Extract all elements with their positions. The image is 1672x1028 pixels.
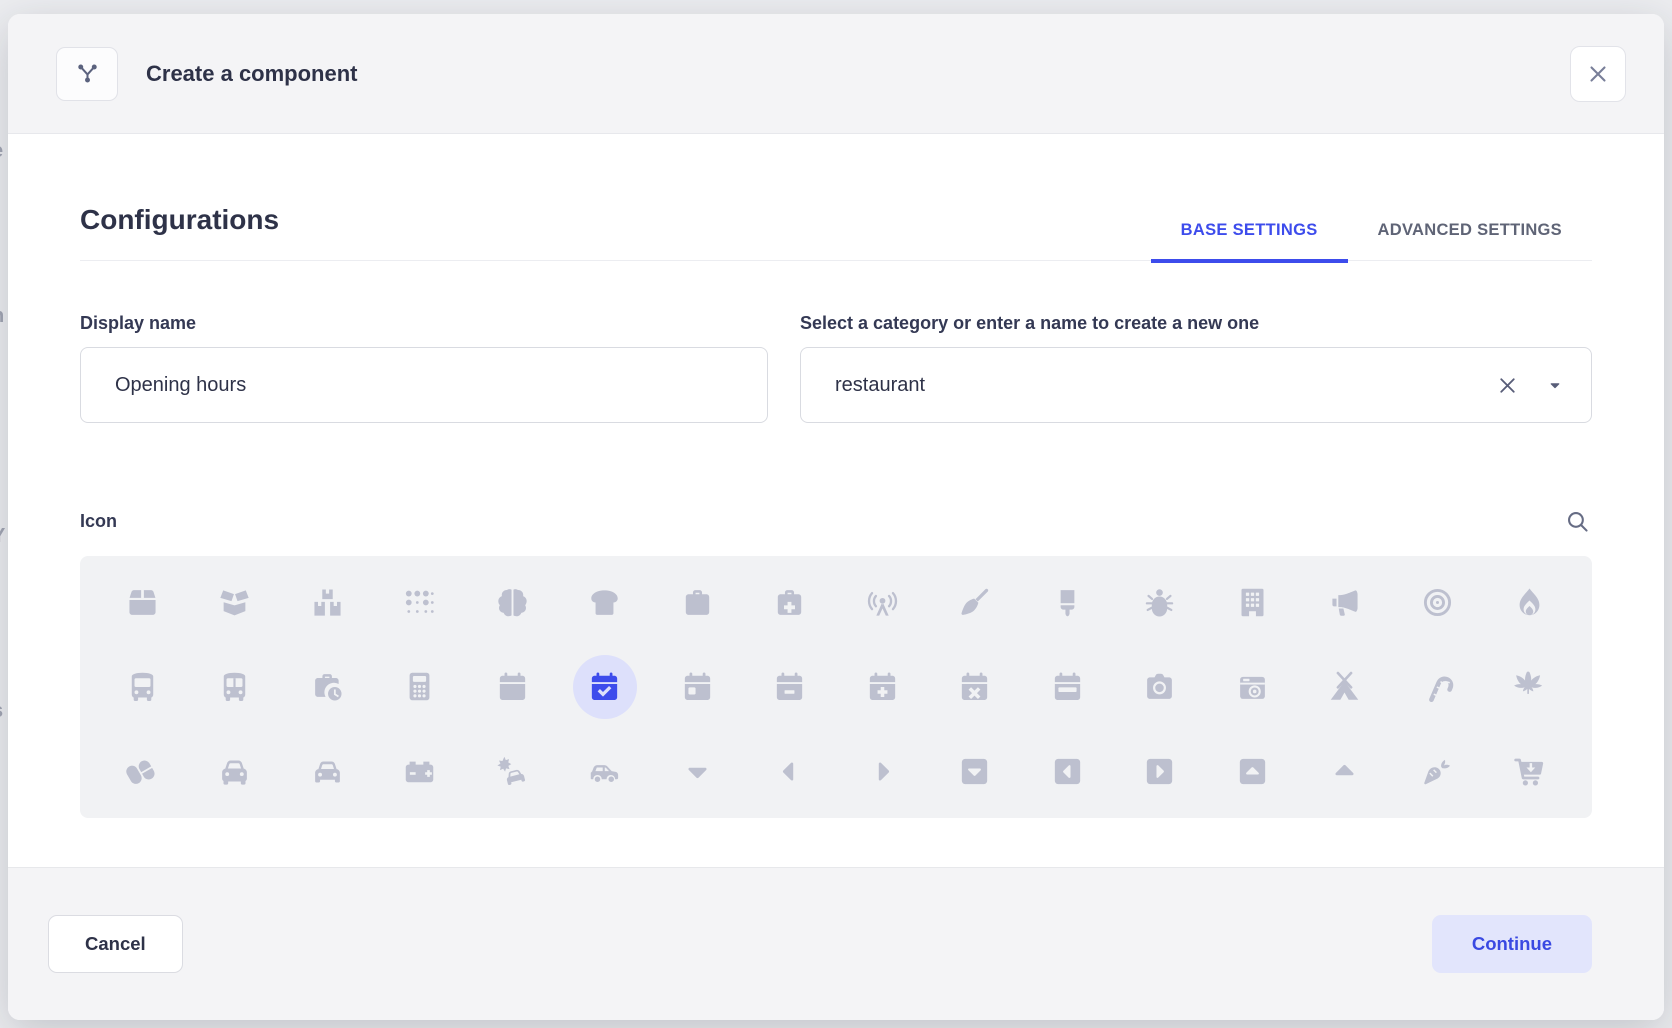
- calendar-plus-icon[interactable]: [836, 645, 929, 730]
- broom-icon[interactable]: [929, 560, 1022, 645]
- icon-label: Icon: [80, 511, 117, 532]
- boxes-icon[interactable]: [281, 560, 374, 645]
- backdrop-fragment: Y: [0, 525, 5, 548]
- car-side-icon[interactable]: [559, 729, 652, 814]
- bus-alt-icon[interactable]: [189, 645, 282, 730]
- caret-square-right-icon[interactable]: [1114, 729, 1207, 814]
- cannabis-icon[interactable]: [1484, 645, 1577, 730]
- car-battery-icon[interactable]: [374, 729, 467, 814]
- display-name-field-group: Display name: [80, 313, 768, 423]
- brain-icon[interactable]: [466, 560, 559, 645]
- broadcast-tower-icon[interactable]: [836, 560, 929, 645]
- create-component-modal: Create a component Configurations BASE S…: [8, 14, 1664, 1020]
- category-select[interactable]: [800, 347, 1592, 423]
- campground-icon[interactable]: [1299, 645, 1392, 730]
- display-name-input[interactable]: [113, 373, 743, 398]
- clear-x-icon[interactable]: [1492, 370, 1523, 401]
- camera-icon[interactable]: [1114, 645, 1207, 730]
- cart-arrow-down-icon[interactable]: [1484, 729, 1577, 814]
- bread-slice-icon[interactable]: [559, 560, 652, 645]
- caret-left-icon[interactable]: [744, 729, 837, 814]
- calculator-icon[interactable]: [374, 645, 467, 730]
- calendar-day-icon[interactable]: [651, 645, 744, 730]
- brush-icon[interactable]: [1021, 560, 1114, 645]
- caret-square-down-icon[interactable]: [929, 729, 1022, 814]
- calendar-check-icon[interactable]: [559, 645, 652, 730]
- calendar-times-icon[interactable]: [929, 645, 1022, 730]
- continue-button[interactable]: Continue: [1432, 915, 1592, 973]
- tab-base-settings[interactable]: BASE SETTINGS: [1151, 221, 1348, 263]
- car-icon[interactable]: [189, 729, 282, 814]
- box-open-icon[interactable]: [189, 560, 282, 645]
- calendar-minus-icon[interactable]: [744, 645, 837, 730]
- burn-icon[interactable]: [1484, 560, 1577, 645]
- caret-square-left-icon[interactable]: [1021, 729, 1114, 814]
- bug-icon[interactable]: [1114, 560, 1207, 645]
- cancel-button[interactable]: Cancel: [48, 915, 183, 973]
- capsules-icon[interactable]: [96, 729, 189, 814]
- close-icon: [1586, 62, 1610, 86]
- category-select-controls: [1492, 370, 1567, 401]
- box-icon[interactable]: [96, 560, 189, 645]
- category-field-group: Select a category or enter a name to cre…: [800, 313, 1592, 423]
- bullseye-icon[interactable]: [1391, 560, 1484, 645]
- configurations-header-row: Configurations BASE SETTINGSADVANCED SET…: [80, 204, 1592, 261]
- camera-retro-icon[interactable]: [1206, 645, 1299, 730]
- business-time-icon[interactable]: [281, 645, 374, 730]
- backdrop-fragment: e: [0, 140, 3, 163]
- form-fields: Display name Select a category or enter …: [80, 313, 1592, 423]
- category-input[interactable]: [833, 373, 1492, 398]
- search-icon[interactable]: [1563, 507, 1592, 536]
- backdrop-fragment: s: [0, 700, 3, 723]
- modal-footer: Cancel Continue: [8, 867, 1664, 1020]
- bus-icon[interactable]: [96, 645, 189, 730]
- briefcase-medical-icon[interactable]: [744, 560, 837, 645]
- display-name-input-wrap: [80, 347, 768, 423]
- component-branch-icon: [56, 47, 118, 101]
- building-icon[interactable]: [1206, 560, 1299, 645]
- bullhorn-icon[interactable]: [1299, 560, 1392, 645]
- category-label: Select a category or enter a name to cre…: [800, 313, 1592, 334]
- caret-square-up-icon[interactable]: [1206, 729, 1299, 814]
- tab-advanced-settings[interactable]: ADVANCED SETTINGS: [1348, 221, 1592, 263]
- modal-header: Create a component: [8, 14, 1664, 134]
- car-crash-icon[interactable]: [466, 729, 559, 814]
- calendar-icon[interactable]: [466, 645, 559, 730]
- calendar-week-icon[interactable]: [1021, 645, 1114, 730]
- backdrop-fragment: n: [0, 305, 4, 328]
- caret-right-icon[interactable]: [836, 729, 929, 814]
- page-title: Configurations: [80, 204, 279, 236]
- icon-picker-grid: [80, 556, 1592, 818]
- caret-up-icon[interactable]: [1299, 729, 1392, 814]
- car-alt-icon[interactable]: [281, 729, 374, 814]
- modal-body: Configurations BASE SETTINGSADVANCED SET…: [8, 134, 1664, 867]
- braille-icon[interactable]: [374, 560, 467, 645]
- icon-section-header: Icon: [80, 507, 1592, 536]
- display-name-label: Display name: [80, 313, 768, 334]
- caret-down-icon[interactable]: [651, 729, 744, 814]
- settings-tabs: BASE SETTINGSADVANCED SETTINGS: [1151, 221, 1592, 261]
- carrot-icon[interactable]: [1391, 729, 1484, 814]
- close-button[interactable]: [1570, 46, 1626, 102]
- caret-down-icon[interactable]: [1543, 373, 1567, 397]
- modal-title: Create a component: [146, 61, 358, 87]
- candy-cane-icon[interactable]: [1391, 645, 1484, 730]
- briefcase-icon[interactable]: [651, 560, 744, 645]
- screen: enrYts Create a component Configurations…: [0, 0, 1672, 1028]
